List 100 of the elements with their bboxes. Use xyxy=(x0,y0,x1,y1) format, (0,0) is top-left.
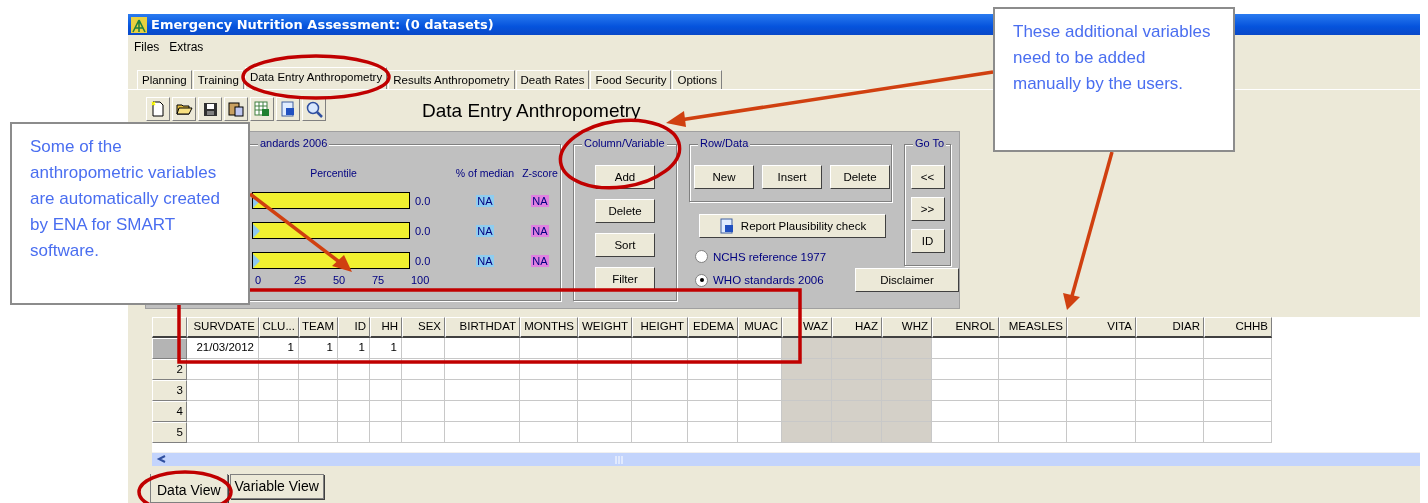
callout-text: These additional variables need to be added manually by the users. xyxy=(993,7,1235,152)
table-cell xyxy=(832,338,882,359)
horizontal-scrollbar[interactable] xyxy=(152,452,1420,466)
row-header[interactable]: 2 xyxy=(152,359,187,380)
column-button[interactable]: Filter xyxy=(595,267,655,291)
column-header[interactable]: VITA xyxy=(1067,317,1136,338)
table-cell xyxy=(782,380,832,401)
table-cell xyxy=(999,359,1067,380)
column-header[interactable]: ENROL xyxy=(932,317,999,338)
table-cell xyxy=(688,422,738,443)
median-value: NA xyxy=(476,254,494,267)
column-header[interactable]: BIRTHDAT xyxy=(445,317,520,338)
table-cell xyxy=(578,338,632,359)
column-header[interactable]: SURVDATE xyxy=(187,317,259,338)
menu-item[interactable]: Extras xyxy=(169,40,204,54)
tab[interactable]: Options xyxy=(672,70,723,89)
goto-button[interactable]: >> xyxy=(910,197,945,221)
table-cell xyxy=(882,422,932,443)
tab[interactable]: Death Rates xyxy=(515,70,590,89)
table-cell xyxy=(882,338,932,359)
tab[interactable]: Planning xyxy=(137,70,192,89)
tab[interactable]: Results Anthropometry xyxy=(388,70,515,89)
zscore-value: NA xyxy=(531,194,549,207)
column-header[interactable]: MONTHS xyxy=(520,317,578,338)
column-header[interactable]: HH xyxy=(370,317,402,338)
column-header[interactable]: EDEMA xyxy=(688,317,738,338)
goto-button[interactable]: << xyxy=(910,165,945,189)
goto-button[interactable]: ID xyxy=(910,229,945,253)
column-header[interactable]: CLU... xyxy=(259,317,299,338)
radio-option[interactable]: NCHS reference 1977 xyxy=(695,250,892,263)
table-cell xyxy=(259,380,299,401)
row-button[interactable]: Delete xyxy=(830,165,890,189)
column-header[interactable]: HAZ xyxy=(832,317,882,338)
column-header[interactable]: ID xyxy=(338,317,370,338)
column-header[interactable]: HEIGHT xyxy=(632,317,688,338)
table-cell xyxy=(999,401,1067,422)
toolbar-button[interactable] xyxy=(172,97,196,121)
app-logo-icon xyxy=(131,16,147,33)
table-cell xyxy=(578,380,632,401)
table-cell xyxy=(1204,401,1272,422)
tab[interactable]: Food Security xyxy=(590,70,672,89)
table-cell xyxy=(932,401,999,422)
table-cell xyxy=(1067,359,1136,380)
table-cell xyxy=(402,380,445,401)
table-cell xyxy=(299,422,338,443)
table-cell xyxy=(402,422,445,443)
table-cell xyxy=(1204,422,1272,443)
table-cell xyxy=(932,338,999,359)
column-header[interactable]: DIAR xyxy=(1136,317,1204,338)
table-cell xyxy=(578,422,632,443)
group-title: Go To xyxy=(913,137,947,149)
table-cell xyxy=(632,422,688,443)
column-header[interactable]: WHZ xyxy=(882,317,932,338)
row-button[interactable]: Insert xyxy=(762,165,822,189)
row-header[interactable]: 5 xyxy=(152,422,187,443)
page-icon xyxy=(151,101,165,117)
row-button[interactable]: New xyxy=(694,165,754,189)
table-cell xyxy=(1067,401,1136,422)
toolbar-button[interactable] xyxy=(224,97,248,121)
table-cell xyxy=(782,401,832,422)
tab[interactable]: Training xyxy=(192,70,244,89)
column-header[interactable]: TEAM xyxy=(299,317,338,338)
table-cell xyxy=(632,380,688,401)
column-header[interactable]: MEASLES xyxy=(999,317,1067,338)
view-tab[interactable]: Data View xyxy=(150,474,228,503)
row-header[interactable]: 4 xyxy=(152,401,187,422)
view-tab[interactable]: Variable View xyxy=(229,474,324,499)
report-button[interactable]: Report Plausibility check xyxy=(699,214,886,238)
table-cell xyxy=(338,380,370,401)
radio-option[interactable]: WHO standards 2006 xyxy=(695,273,824,287)
percentile-value: 0.0 xyxy=(415,254,432,267)
table-cell xyxy=(1136,359,1204,380)
disclaimer-button[interactable]: Disclaimer xyxy=(855,268,959,292)
column-header[interactable]: WAZ xyxy=(782,317,832,338)
table-cell xyxy=(187,422,259,443)
row-header[interactable]: 3 xyxy=(152,380,187,401)
table-cell: 1 xyxy=(338,338,370,359)
table-cell xyxy=(1136,380,1204,401)
zscore-value: NA xyxy=(531,224,549,237)
menu-item[interactable]: Files xyxy=(134,40,160,54)
table-cell xyxy=(882,401,932,422)
column-header[interactable]: WEIGHT xyxy=(578,317,632,338)
scroll-grip-icon xyxy=(615,455,625,464)
toolbar-button[interactable] xyxy=(198,97,222,121)
table-cell xyxy=(738,338,782,359)
column-header[interactable]: MUAC xyxy=(738,317,782,338)
toolbar-button[interactable] xyxy=(276,97,300,121)
table-cell: 21/03/2012 xyxy=(187,338,259,359)
table-cell xyxy=(882,359,932,380)
table-cell xyxy=(259,422,299,443)
table-cell xyxy=(1204,338,1272,359)
column-button[interactable]: Delete xyxy=(595,199,655,223)
table-cell xyxy=(882,380,932,401)
column-header[interactable]: SEX xyxy=(402,317,445,338)
table-cell xyxy=(632,338,688,359)
column-header[interactable]: CHHB xyxy=(1204,317,1272,338)
table-cell xyxy=(299,380,338,401)
column-button[interactable]: Sort xyxy=(595,233,655,257)
table-cell xyxy=(1067,338,1136,359)
tab[interactable]: Data Entry Anthropometry xyxy=(244,67,388,89)
